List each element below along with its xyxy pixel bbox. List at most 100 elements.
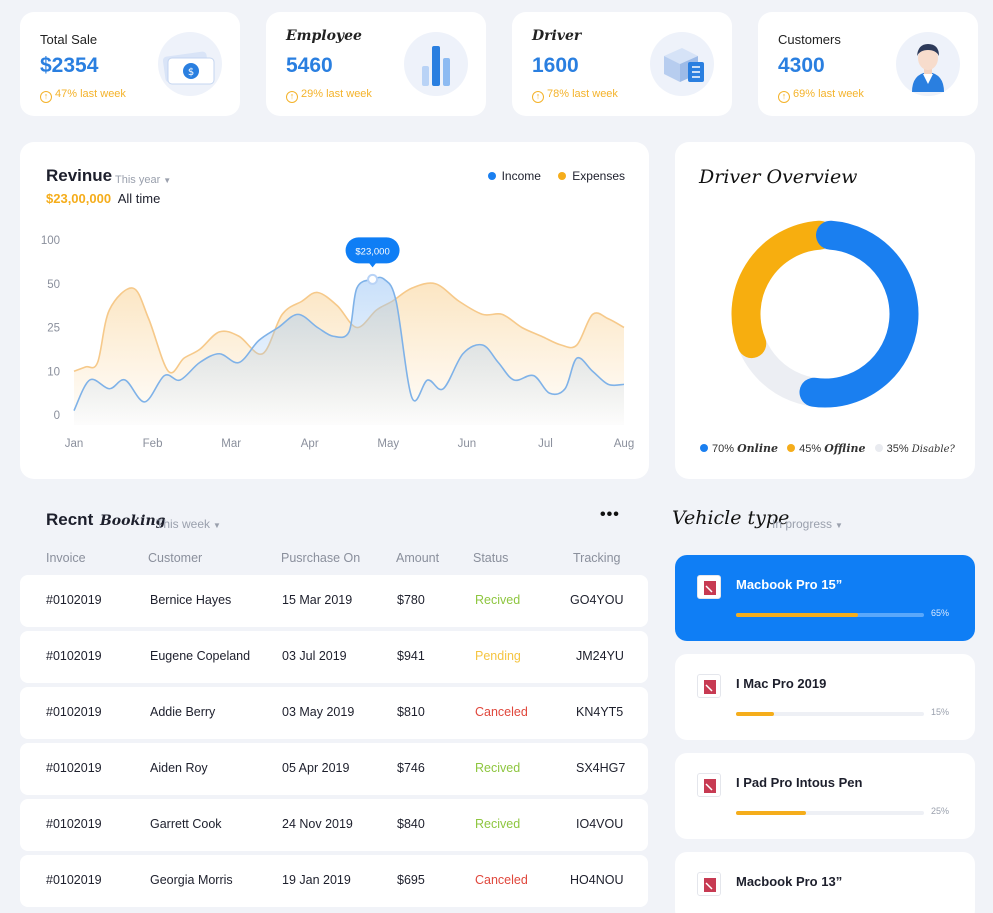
progress-percent: 15%	[930, 707, 949, 717]
progress-fill	[736, 613, 859, 617]
cell-customer: Garrett Cook	[150, 817, 222, 831]
y-tick-label: 25	[47, 323, 60, 335]
cell-invoice: #0102019	[46, 873, 102, 887]
column-header-purchase-on[interactable]: Pusrchase On	[281, 551, 360, 565]
x-tick-label: Jun	[458, 438, 477, 450]
stat-change: ↑ 29% last week	[286, 88, 372, 103]
x-tick-label: Jan	[65, 438, 84, 450]
vehicle-item[interactable]: Macbook Pro 13”	[675, 852, 975, 913]
x-tick-label: Mar	[221, 438, 241, 450]
status-badge: Pending	[475, 649, 521, 663]
cell-customer: Addie Berry	[150, 705, 216, 719]
table-row[interactable]: #0102019 Aiden Roy 05 Apr 2019 $746 Reci…	[20, 743, 648, 795]
cell-amount: $840	[397, 817, 425, 831]
driver-donut-chart	[731, 220, 919, 408]
progress-track	[736, 712, 924, 716]
device-icon	[697, 674, 721, 698]
stat-value: 5460	[286, 54, 333, 77]
bar-chart-icon	[404, 32, 468, 96]
stat-card-employee[interactable]: Employee 5460 ↑ 29% last week	[266, 12, 486, 116]
arrow-up-icon: ↑	[40, 91, 52, 103]
revenue-card: Revinue This year ▼ $23,00,000 All time I…	[20, 142, 649, 479]
cell-amount: $780	[397, 593, 425, 607]
y-tick-label: 50	[47, 279, 60, 291]
money-stack-icon: $	[158, 32, 222, 96]
table-row[interactable]: #0102019 Addie Berry 03 May 2019 $810 Ca…	[20, 687, 648, 739]
column-header-tracking[interactable]: Tracking	[573, 551, 620, 565]
cell-date: 15 Mar 2019	[282, 593, 353, 607]
stat-value: $2354	[40, 54, 99, 77]
vehicle-item[interactable]: I Mac Pro 2019 15%	[675, 654, 975, 740]
cell-date: 24 Nov 2019	[282, 817, 353, 831]
stat-change: ↑ 78% last week	[532, 88, 618, 103]
status-badge: Recived	[475, 593, 521, 607]
highlight-point[interactable]	[367, 273, 379, 285]
cell-amount: $941	[397, 649, 425, 663]
arrow-up-icon: ↑	[778, 91, 790, 103]
cell-invoice: #0102019	[46, 761, 102, 775]
donut-segment-offline	[731, 220, 834, 359]
cell-customer: Aiden Roy	[150, 761, 208, 775]
status-badge: Canceled	[475, 873, 528, 887]
revenue-chart: 1005025100Jan Feb Mar Apr May Jun Jul Aug$23,00…	[41, 235, 634, 450]
stat-label: Employee	[286, 28, 362, 44]
chart-tooltip-label: $23,000	[355, 246, 389, 257]
progress-track	[736, 811, 924, 815]
column-header-status[interactable]: Status	[473, 551, 508, 565]
cell-date: 03 Jul 2019	[282, 649, 347, 663]
legend-offline: 45% Offline	[787, 442, 866, 455]
cell-tracking: HO4NOU	[570, 873, 624, 887]
stat-card-driver[interactable]: Driver 1600 ↑ 78% last week	[512, 12, 732, 116]
tooltip-arrow	[368, 262, 377, 268]
status-badge: Canceled	[475, 705, 528, 719]
vehicle-period-dropdown[interactable]: In progress ▼	[772, 515, 843, 533]
more-options-icon[interactable]: •••	[600, 506, 620, 524]
device-icon	[697, 773, 721, 797]
donut-segment-online	[799, 220, 919, 408]
stat-value: 4300	[778, 54, 825, 77]
cell-tracking: KN4YT5	[576, 705, 624, 719]
x-tick-label: May	[377, 438, 399, 450]
table-row[interactable]: #0102019 Eugene Copeland 03 Jul 2019 $94…	[20, 631, 648, 683]
cell-customer: Bernice Hayes	[150, 593, 232, 607]
cell-tracking: GO4YOU	[570, 593, 624, 607]
status-badge: Recived	[475, 817, 521, 831]
y-tick-label: 10	[47, 366, 60, 378]
svg-text:$: $	[188, 67, 194, 78]
table-row[interactable]: #0102019 Garrett Cook 24 Nov 2019 $840 R…	[20, 799, 648, 851]
person-avatar-icon	[896, 32, 960, 96]
vehicle-item[interactable]: I Pad Pro Intous Pen 25%	[675, 753, 975, 839]
legend-disable: 35% Disable?	[874, 443, 955, 455]
column-header-invoice[interactable]: Invoice	[46, 551, 86, 565]
x-tick-label: Jul	[538, 438, 553, 450]
cell-amount: $746	[397, 761, 425, 775]
progress-fill	[736, 811, 806, 815]
status-badge: Recived	[475, 761, 521, 775]
progress-percent: 65%	[930, 608, 949, 618]
device-icon	[697, 872, 721, 896]
stat-card-customers[interactable]: Customers 4300 ↑ 69% last week	[758, 12, 978, 116]
column-header-customer[interactable]: Customer	[148, 551, 202, 565]
column-header-amount[interactable]: Amount	[396, 551, 439, 565]
table-row[interactable]: #0102019 Georgia Morris 19 Jan 2019 $695…	[20, 855, 648, 907]
y-tick-label: 100	[41, 235, 60, 247]
stat-label: Total Sale	[40, 32, 98, 47]
arrow-up-icon: ↑	[286, 91, 298, 103]
cell-tracking: SX4HG7	[576, 761, 626, 775]
device-icon	[697, 575, 721, 599]
chevron-down-icon: ▼	[213, 521, 221, 530]
donut-legend: 70% Online 45% Offline 35% Disable?	[700, 442, 955, 455]
x-tick-label: Feb	[143, 438, 163, 450]
table-row[interactable]: #0102019 Bernice Hayes 15 Mar 2019 $780 …	[20, 575, 648, 627]
progress-track	[736, 613, 924, 617]
vehicle-item[interactable]: Macbook Pro 15” 65%	[675, 555, 975, 641]
cell-invoice: #0102019	[46, 649, 102, 663]
x-tick-label: Apr	[301, 438, 319, 450]
cell-date: 03 May 2019	[282, 705, 355, 719]
booking-period-dropdown[interactable]: This week ▼	[156, 515, 221, 533]
vehicle-name: Macbook Pro 15”	[736, 577, 843, 592]
cell-invoice: #0102019	[46, 705, 102, 719]
cell-invoice: #0102019	[46, 593, 102, 607]
stat-card-total-sale[interactable]: Total Sale $2354 ↑ 47% last week $	[20, 12, 240, 116]
x-tick-label: Aug	[614, 438, 634, 450]
